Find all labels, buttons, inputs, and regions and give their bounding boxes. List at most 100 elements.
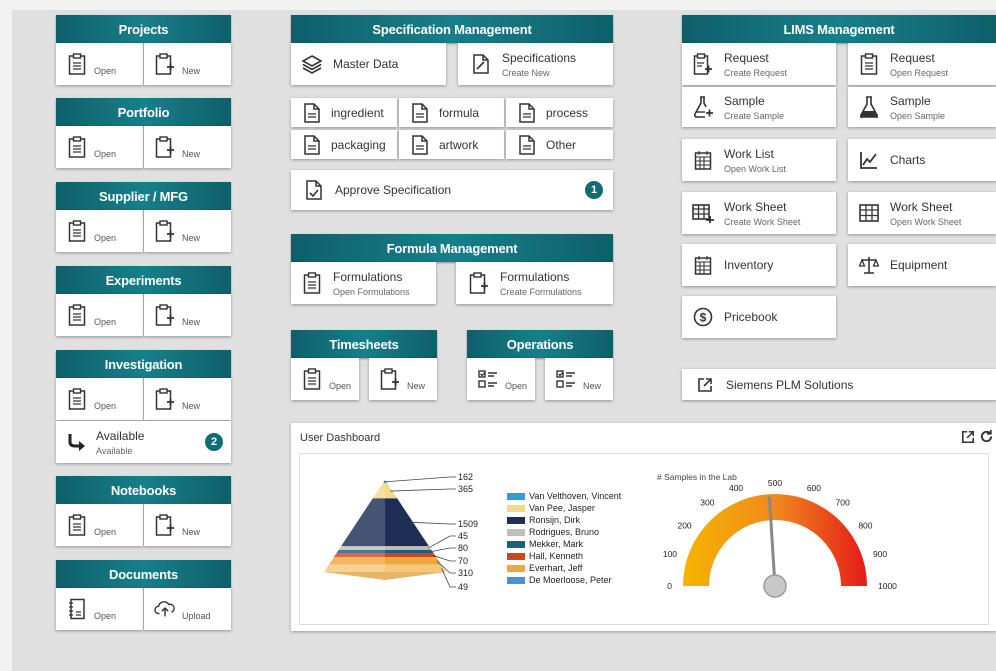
lims-worksheet-create-label: Work Sheet (724, 199, 787, 214)
projects-new-button[interactable]: New (144, 43, 231, 85)
gauge-hub (763, 574, 787, 598)
lims-sample-create-label: Sample (724, 93, 765, 108)
spec-packaging-button[interactable]: packaging (291, 130, 397, 159)
documents-upload-button[interactable]: Upload (144, 588, 231, 630)
spec-header: Specification Management (291, 15, 613, 43)
lims-request-create-sublabel: Create Request (724, 67, 788, 78)
approve-specification-button[interactable]: Approve Specification 1 (291, 170, 613, 210)
legend-item: Hall, Kenneth (507, 550, 621, 562)
svg-text:$: $ (700, 311, 707, 325)
lims-pricebook-button[interactable]: $ Pricebook (682, 296, 836, 338)
refresh-icon[interactable] (979, 429, 994, 444)
pyramid-leader-line (430, 547, 456, 553)
experiments-new-label: New (182, 317, 201, 327)
clipboard-icon (66, 220, 88, 242)
notebooks-header: Notebooks (56, 476, 231, 504)
lims-charts-button[interactable]: Charts (848, 139, 996, 181)
document-icon (409, 102, 431, 124)
lims-sample-create-button[interactable]: Sample Create Sample (682, 87, 836, 127)
gauge-tick-label: 600 (807, 483, 821, 493)
spec-ingredient-button[interactable]: ingredient (291, 98, 397, 127)
operations-open-button[interactable]: Open (467, 358, 535, 400)
investigation-available-button[interactable]: Available Available 2 (56, 421, 231, 463)
expand-icon[interactable] (961, 430, 975, 444)
lims-worksheet-open-button[interactable]: Work Sheet Open Work Sheet (848, 192, 996, 234)
investigation-open-label: Open (94, 401, 117, 411)
timesheets-open-button[interactable]: Open (291, 358, 359, 400)
legend-swatch (507, 528, 525, 536)
spec-formula-button[interactable]: formula (399, 98, 504, 127)
notebooks-new-button[interactable]: New (144, 504, 231, 546)
lims-worklist-button[interactable]: Work List Open Work List (682, 139, 836, 181)
clipboard-plus-icon (379, 368, 401, 390)
pyramid-shading (324, 480, 385, 580)
lims-sample-create-sublabel: Create Sample (724, 110, 785, 121)
master-data-button[interactable]: Master Data (291, 43, 446, 85)
document-icon (409, 134, 431, 156)
investigation-open-button[interactable]: Open (56, 378, 143, 420)
portfolio-header: Portfolio (56, 98, 231, 126)
scale-icon (858, 254, 880, 276)
supplier-new-label: New (182, 233, 201, 243)
flask-icon (858, 96, 880, 118)
gauge-tick-label: 300 (700, 498, 714, 508)
projects-open-button[interactable]: Open (56, 43, 143, 85)
spec-artwork-label: artwork (439, 137, 479, 152)
portfolio-open-label: Open (94, 149, 117, 159)
specifications-create-button[interactable]: Specifications Create New (458, 43, 613, 85)
create-formulations-label: Formulations (500, 269, 570, 284)
layers-icon (301, 53, 323, 75)
spec-other-button[interactable]: Other (506, 130, 613, 159)
investigation-new-label: New (182, 401, 201, 411)
line-chart-icon (858, 149, 880, 171)
lims-sample-open-button[interactable]: Sample Open Sample (848, 87, 996, 127)
lims-worksheet-create-button[interactable]: Work Sheet Create Work Sheet (682, 192, 836, 234)
documents-open-button[interactable]: Open (56, 588, 143, 630)
legend-swatch (507, 576, 525, 584)
legend-swatch (507, 504, 525, 512)
lims-management-card: LIMS Management (682, 15, 996, 43)
legend-label: Ronsijn, Dirk (529, 515, 581, 525)
specification-management-card: Specification Management Master Data Spe… (291, 15, 613, 85)
operations-new-button[interactable]: New (545, 358, 613, 400)
lims-request-create-button[interactable]: Request Create Request (682, 43, 836, 85)
available-count-badge: 2 (205, 433, 223, 451)
checklist-icon (477, 368, 499, 390)
experiments-new-button[interactable]: New (144, 294, 231, 336)
lims-pricebook-label: Pricebook (724, 310, 778, 324)
open-formulations-button[interactable]: Formulations Open Formulations (291, 262, 436, 304)
notebooks-open-button[interactable]: Open (56, 504, 143, 546)
lims-request-open-button[interactable]: Request Open Request (848, 43, 996, 85)
pyramid-base (324, 572, 446, 580)
gauge-tick-label: 200 (677, 520, 691, 530)
supplier-new-button[interactable]: New (144, 210, 231, 252)
legend-item: Mekker, Mark (507, 538, 621, 550)
lims-equipment-button[interactable]: Equipment (848, 244, 996, 286)
experiments-open-button[interactable]: Open (56, 294, 143, 336)
clipboard-icon (858, 53, 880, 75)
clipboard-plus-icon (154, 304, 176, 326)
spec-ingredient-label: ingredient (331, 105, 384, 120)
timesheets-new-button[interactable]: New (369, 358, 437, 400)
lims-inventory-button[interactable]: Inventory (682, 244, 836, 286)
portfolio-open-button[interactable]: Open (56, 126, 143, 168)
lims-worksheet-open-label: Work Sheet (890, 199, 953, 214)
spec-artwork-button[interactable]: artwork (399, 130, 504, 159)
siemens-plm-link[interactable]: Siemens PLM Solutions (682, 369, 996, 400)
supplier-open-button[interactable]: Open (56, 210, 143, 252)
legend-item: Van Pee, Jasper (507, 502, 621, 514)
portfolio-card: Portfolio Open New (56, 98, 231, 168)
legend-item: Everhart, Jeff (507, 562, 621, 574)
investigation-new-button[interactable]: New (144, 378, 231, 420)
document-icon (301, 102, 323, 124)
create-formulations-button[interactable]: Formulations Create Formulations (456, 262, 613, 304)
left-band (0, 0, 12, 671)
lims-equipment-label: Equipment (890, 258, 948, 272)
document-icon (516, 102, 538, 124)
portfolio-new-button[interactable]: New (144, 126, 231, 168)
experiments-card: Experiments Open New (56, 266, 231, 336)
pyramid-leader-line (384, 476, 456, 483)
approve-count-badge: 1 (585, 181, 603, 199)
spec-process-button[interactable]: process (506, 98, 613, 127)
table-plus-icon (692, 202, 714, 224)
